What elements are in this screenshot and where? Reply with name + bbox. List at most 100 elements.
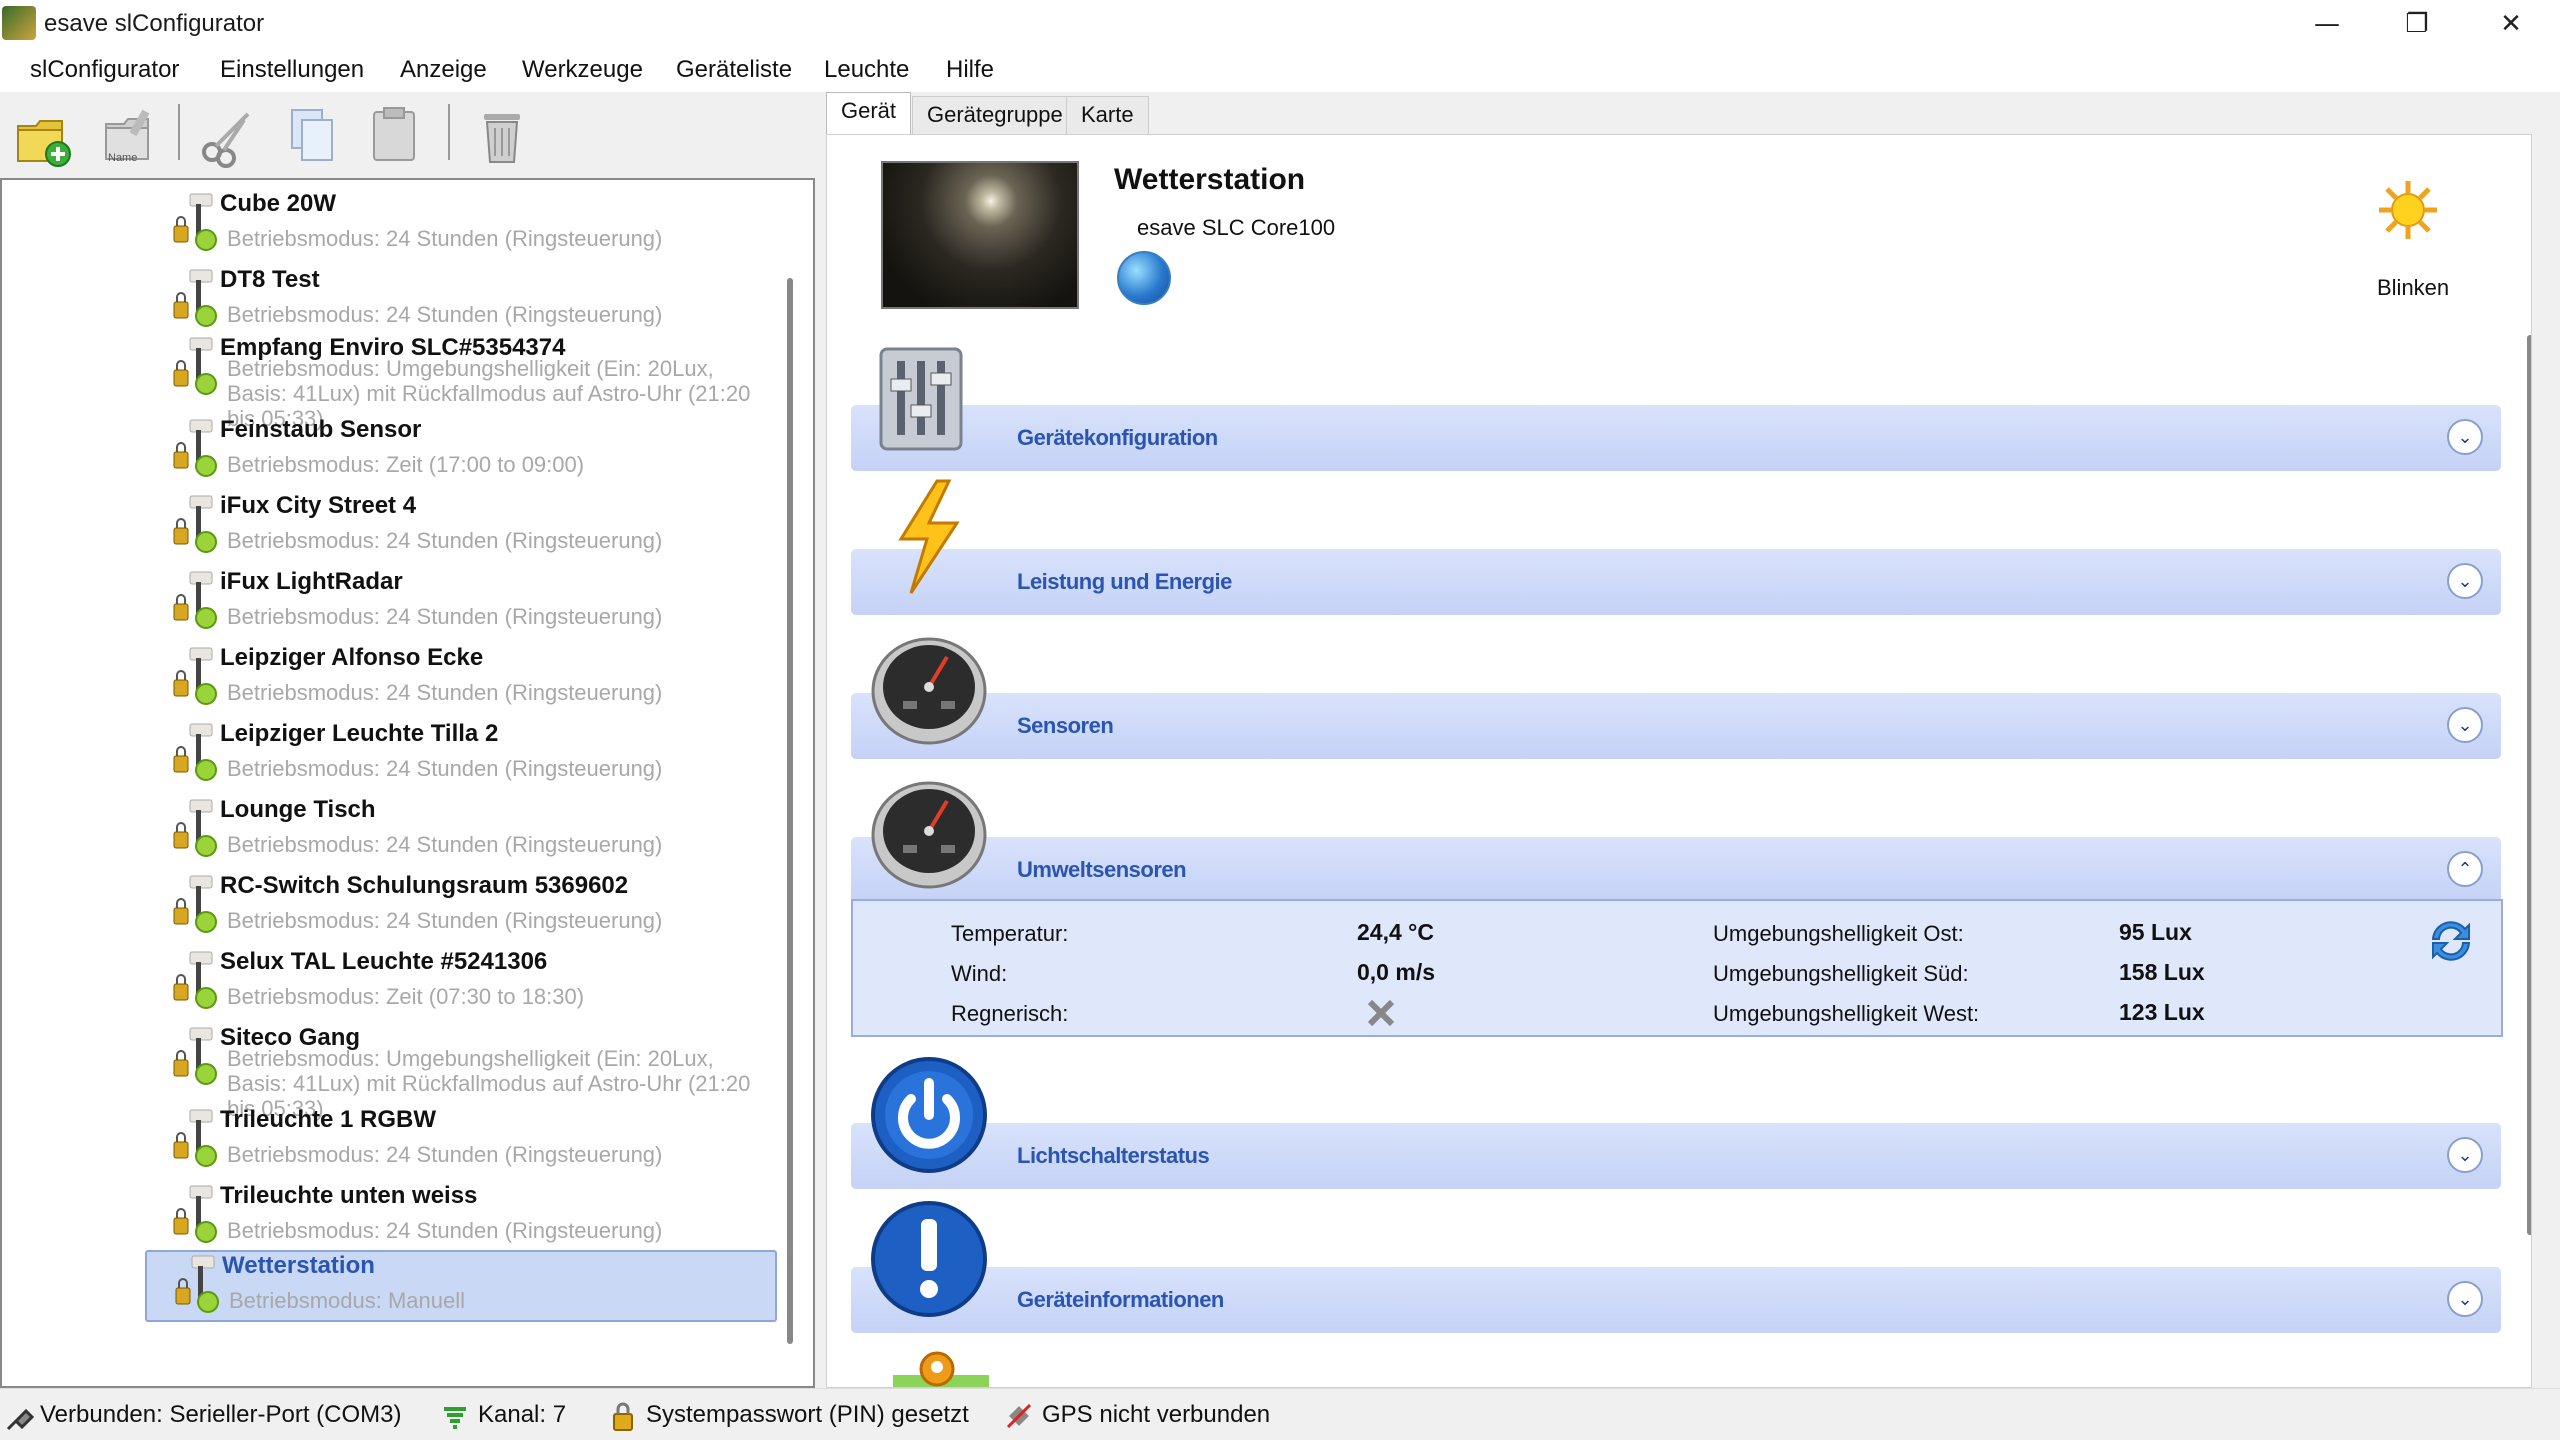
streetlight-icon [172, 874, 218, 934]
device-list-item[interactable]: Wetterstation Betriebsmodus: Manuell [145, 1250, 777, 1322]
device-list-item[interactable]: Empfang Enviro SLC#5354374 Betriebsmodus:… [145, 334, 775, 431]
app-icon [2, 6, 36, 40]
menu-bar: slConfigurator Einstellungen Anzeige Wer… [0, 48, 2560, 92]
trash-icon[interactable] [472, 102, 534, 168]
section-sensoren[interactable]: Sensoren ⌄ [851, 693, 2501, 759]
device-name: Feinstaub Sensor [220, 416, 422, 443]
device-list[interactable]: Cube 20W Betriebsmodus: 24 Stunden (Rings… [0, 178, 815, 1388]
window-title: esave slConfigurator [44, 10, 265, 37]
sun-icon[interactable] [2377, 179, 2439, 241]
refresh-icon[interactable] [2423, 913, 2479, 969]
device-mode: Betriebsmodus: Zeit (17:00 to 09:00) [227, 452, 585, 477]
device-name: iFux City Street 4 [220, 492, 417, 519]
plug-connected-icon [4, 1399, 38, 1433]
section-label: Geräteinformationen [1017, 1287, 1224, 1312]
device-photo [881, 161, 1079, 309]
chevron-down-icon[interactable]: ⌄ [2447, 707, 2483, 743]
rain-status-x-icon [1365, 997, 1397, 1029]
device-list-item[interactable]: Leipziger Leuchte Tilla 2 Betriebsmodus: … [145, 720, 775, 786]
device-list-item[interactable]: Feinstaub Sensor Betriebsmodus: Zeit (17:… [145, 416, 775, 482]
info-exclamation-icon [867, 1197, 991, 1321]
add-device-icon[interactable] [12, 102, 74, 168]
minimize-button[interactable]: — [2282, 0, 2372, 48]
chevron-down-icon[interactable]: ⌄ [2447, 1281, 2483, 1317]
pin-status: Systempasswort (PIN) gesetzt [646, 1401, 969, 1428]
close-button[interactable]: ✕ [2466, 0, 2556, 48]
streetlight-icon [172, 1108, 218, 1168]
chevron-down-icon[interactable]: ⌄ [2447, 419, 2483, 455]
paste-icon[interactable] [364, 102, 426, 168]
device-name: Leipziger Alfonso Ecke [220, 644, 484, 671]
section-umweltsensoren[interactable]: Umweltsensoren ⌃ [851, 837, 2501, 903]
toolbar-separator [448, 104, 450, 160]
menu-anzeige[interactable]: Anzeige [400, 56, 487, 84]
device-mode: Betriebsmodus: 24 Stunden (Ringsteuerung… [227, 756, 663, 781]
tab-karte[interactable]: Karte [1066, 96, 1149, 134]
device-list-item[interactable]: Siteco Gang Betriebsmodus: Umgebungshelli… [145, 1024, 775, 1121]
device-mode: Betriebsmodus: 24 Stunden (Ringsteuerung… [227, 604, 663, 629]
streetlight-icon [172, 192, 218, 252]
menu-hilfe[interactable]: Hilfe [946, 56, 994, 84]
device-list-item[interactable]: Leipziger Alfonso Ecke Betriebsmodus: 24 … [145, 644, 775, 710]
menu-einstellungen[interactable]: Einstellungen [220, 56, 364, 84]
device-list-item[interactable]: Trileuchte unten weiss Betriebsmodus: 24 … [145, 1182, 775, 1248]
brightness-south-value: 158 Lux [2119, 959, 2205, 985]
copy-icon[interactable] [282, 102, 344, 168]
channel-status: Kanal: 7 [478, 1401, 567, 1428]
device-list-item[interactable]: DT8 Test Betriebsmodus: 24 Stunden (Rings… [145, 266, 775, 332]
device-mode: Betriebsmodus: 24 Stunden (Ringsteuerung… [227, 832, 663, 857]
device-mode: Betriebsmodus: 24 Stunden (Ringsteuerung… [227, 680, 663, 705]
section-leistung-und-energie[interactable]: Leistung und Energie ⌄ [851, 549, 2501, 615]
menu-leuchte[interactable]: Leuchte [824, 56, 909, 84]
chevron-down-icon[interactable]: ⌄ [2447, 563, 2483, 599]
environment-sensors-panel: Temperatur: 24,4 °C Wind: 0,0 m/s Regner… [851, 899, 2503, 1037]
device-list-item[interactable]: Cube 20W Betriebsmodus: 24 Stunden (Rings… [145, 190, 775, 256]
section-lichtschalterstatus[interactable]: Lichtschalterstatus ⌄ [851, 1123, 2501, 1189]
streetlight-icon [172, 336, 218, 396]
chevron-down-icon[interactable]: ⌄ [2447, 1137, 2483, 1173]
signal-icon [438, 1399, 472, 1433]
gps-status: GPS nicht verbunden [1042, 1401, 1271, 1428]
tab-geraet[interactable]: Gerät [826, 92, 912, 134]
device-list-item[interactable]: iFux LightRadar Betriebsmodus: 24 Stunden… [145, 568, 775, 634]
restore-button[interactable]: ❐ [2372, 0, 2462, 48]
streetlight-icon [172, 646, 218, 706]
streetlight-icon [172, 722, 218, 782]
device-list-item[interactable]: Selux TAL Leuchte #5241306 Betriebsmodus:… [145, 948, 775, 1014]
section-geraeteinformationen[interactable]: Geräteinformationen ⌄ [851, 1267, 2501, 1333]
gauge-icon [867, 769, 991, 893]
device-panel-scrollbar[interactable] [2527, 335, 2531, 1235]
section-label: Gerätekonfiguration [1017, 425, 1218, 450]
blink-label[interactable]: Blinken [2377, 275, 2449, 301]
streetlight-icon [172, 950, 218, 1010]
brightness-west-label: Umgebungshelligkeit West: [1713, 1001, 1980, 1026]
toolbar-separator [178, 104, 180, 160]
power-icon [867, 1053, 991, 1177]
chevron-up-icon[interactable]: ⌃ [2447, 851, 2483, 887]
temperature-value: 24,4 °C [1357, 919, 1434, 945]
device-list-scrollbar[interactable] [787, 278, 793, 1344]
section-label: Lichtschalterstatus [1017, 1143, 1210, 1168]
device-list-item[interactable]: iFux City Street 4 Betriebsmodus: 24 Stun… [145, 492, 775, 558]
tab-geraetegruppe[interactable]: Gerätegruppe [912, 96, 1078, 134]
device-mode: Betriebsmodus: 24 Stunden (Ringsteuerung… [227, 226, 663, 251]
device-name: Cube 20W [220, 190, 337, 217]
device-list-item[interactable]: Trileuchte 1 RGBW Betriebsmodus: 24 Stund… [145, 1106, 775, 1172]
connection-status: Verbunden: Serieller-Port (COM3) [40, 1401, 402, 1428]
menu-slconfigurator[interactable]: slConfigurator [30, 56, 179, 84]
device-list-item[interactable]: RC-Switch Schulungsraum 5369602 Betriebsm… [145, 872, 775, 938]
globe-icon[interactable] [1117, 251, 1171, 305]
menu-geraeteliste[interactable]: Geräteliste [676, 56, 792, 84]
section-label: Sensoren [1017, 713, 1114, 738]
toolbar: Name [0, 92, 825, 176]
section-label: Leistung und Energie [1017, 569, 1232, 594]
cut-icon[interactable] [196, 102, 258, 168]
rename-caption: Name [108, 152, 138, 164]
section-geraetekonfiguration[interactable]: Gerätekonfiguration ⌄ [851, 405, 2501, 471]
device-panel: Wetterstation esave SLC Core100 Blinken … [826, 134, 2532, 1388]
menu-werkzeuge[interactable]: Werkzeuge [522, 56, 643, 84]
device-name: Wetterstation [222, 1252, 375, 1279]
device-list-item[interactable]: Lounge Tisch Betriebsmodus: 24 Stunden (R… [145, 796, 775, 862]
device-name: RC-Switch Schulungsraum 5369602 [220, 872, 629, 899]
device-mode: Betriebsmodus: 24 Stunden (Ringsteuerung… [227, 1142, 663, 1167]
